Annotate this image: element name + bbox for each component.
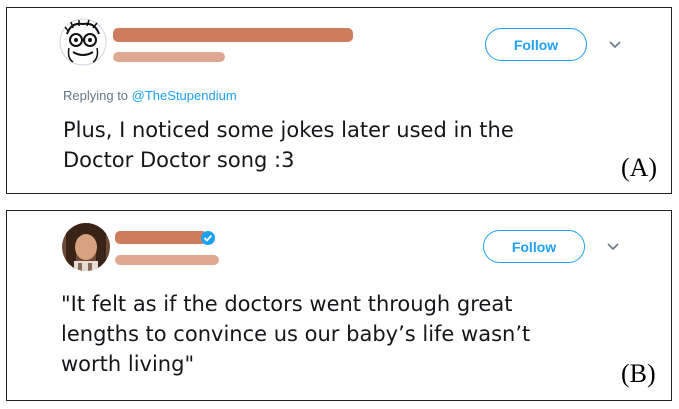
tweet-card-a: Follow Replying to @TheStupendium Plus, … xyxy=(6,7,672,194)
reply-handle-link[interactable]: @TheStupendium xyxy=(132,88,237,103)
avatar-photo xyxy=(62,223,110,271)
tweet-line: "It felt as if the doctors went through … xyxy=(61,292,513,316)
tweet-line: worth living" xyxy=(61,352,195,376)
cartoon-face-avatar-icon[interactable] xyxy=(59,18,107,66)
tweet-card-b: Follow "It felt as if the doctors went t… xyxy=(6,210,672,401)
avatar-drawing xyxy=(59,18,107,66)
panel-label: (A) xyxy=(621,153,658,182)
tweet-line: Doctor Doctor song :3 xyxy=(63,148,295,172)
replying-to-label: Replying to xyxy=(63,88,129,103)
chevron-down-icon[interactable] xyxy=(607,37,623,53)
replying-to-line: Replying to @TheStupendium xyxy=(63,88,237,103)
chevron-down-icon[interactable] xyxy=(605,239,621,255)
redacted-username xyxy=(113,52,225,62)
tweet-text: Plus, I noticed some jokes later used in… xyxy=(63,115,514,175)
redacted-display-name xyxy=(113,28,353,42)
verified-badge-icon xyxy=(201,231,215,245)
tweet-line: lengths to convince us our baby’s life w… xyxy=(61,322,531,346)
panel-label: (B) xyxy=(621,359,656,388)
follow-button[interactable]: Follow xyxy=(483,230,585,263)
profile-photo-avatar-icon[interactable] xyxy=(62,223,110,271)
follow-button[interactable]: Follow xyxy=(485,28,587,61)
tweet-line: Plus, I noticed some jokes later used in… xyxy=(63,118,514,142)
redacted-display-name xyxy=(115,231,207,244)
tweet-text: "It felt as if the doctors went through … xyxy=(61,289,530,379)
redacted-username xyxy=(115,255,219,265)
